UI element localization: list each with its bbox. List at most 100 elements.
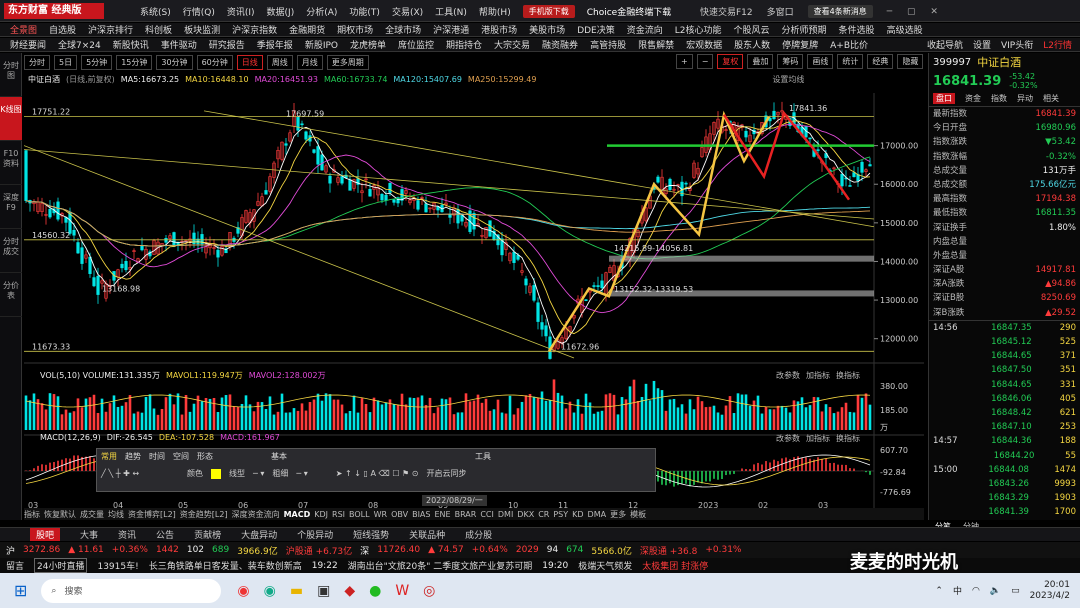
quote-tab-4[interactable]: 相关 [1043,93,1059,104]
nav1-item-7[interactable]: 期权市场 [337,23,373,36]
volume-icon[interactable]: 🔈 [990,586,1001,596]
period-5[interactable]: 60分钟 [196,54,233,70]
nav2-right-1[interactable]: 设置 [973,38,991,51]
chart-tool-4[interactable]: 统计 [837,54,864,69]
indicator-0[interactable]: 指标 [24,509,40,520]
draw-tab-shape[interactable]: 形态 [197,451,213,462]
quote-tab-2[interactable]: 指数 [991,93,1007,104]
nav2-item-11[interactable]: 融资融券 [542,38,578,51]
multi-window-button[interactable]: 多窗口 [767,5,794,18]
vol-edit-param[interactable]: 改参数 [776,370,800,381]
indicator-1[interactable]: 恢复默认 [44,509,76,520]
period-3[interactable]: 15分钟 [116,54,153,70]
period-7[interactable]: 周线 [266,54,293,70]
nav2-item-14[interactable]: 宏观数据 [686,38,722,51]
nav1-item-17[interactable]: 条件选股 [839,23,875,36]
indicator-13[interactable]: BIAS [412,510,430,519]
indicator-2[interactable]: 成交量 [80,509,104,520]
clock[interactable]: 20:01 2023/4/2 [1030,580,1070,602]
period-9[interactable]: 更多周期 [326,54,369,70]
indicator-14[interactable]: ENE [434,510,450,519]
chart-tool-2[interactable]: 筹码 [777,54,804,69]
period-8[interactable]: 月线 [296,54,323,70]
nav1-item-10[interactable]: 港股市场 [481,23,517,36]
window-controls[interactable]: ─ ▢ ✕ [887,7,944,17]
nav2-right-0[interactable]: 收起导航 [927,38,963,51]
indicator-6[interactable]: 深度资金流向 [232,509,280,520]
nav2-item-13[interactable]: 限售解禁 [638,38,674,51]
ime-indicator[interactable]: 中 [953,584,962,597]
nav1-item-16[interactable]: 分析师预期 [782,23,827,36]
view-tab-1[interactable]: K线图 [0,97,22,141]
nav2-item-5[interactable]: 季报年报 [257,38,293,51]
ma-settings-button[interactable]: 设置均线 [772,74,804,85]
indicator-21[interactable]: KD [572,510,583,519]
nav2-item-0[interactable]: 财经要闻 [10,38,46,51]
menu-tools[interactable]: 工具(N) [435,5,467,18]
bottom-tab-5[interactable]: 大盘异动 [241,528,277,541]
nav1-item-8[interactable]: 全球市场 [385,23,421,36]
menu-news[interactable]: 资讯(I) [227,5,255,18]
nav2-item-1[interactable]: 全球7×24 [58,38,101,51]
nav2-item-3[interactable]: 事件驱动 [161,38,197,51]
view-tab-5[interactable]: 分价表 [0,273,22,317]
nav1-item-5[interactable]: 沪深京指数 [232,23,277,36]
bottom-tab-6[interactable]: 个股异动 [297,528,333,541]
quote-tab-0[interactable]: 盘口 [933,93,955,104]
view-tab-0[interactable]: 分时图 [0,53,22,97]
news-item-5[interactable]: 太极集团 封涨停 [642,559,708,572]
menu-function[interactable]: 功能(T) [349,5,380,18]
indicator-11[interactable]: WR [374,510,387,519]
windows-start-icon[interactable]: ⊞ [14,581,27,600]
nav2-right-3[interactable]: L2行情 [1043,38,1072,51]
chart-tool-5[interactable]: 经典 [867,54,894,69]
news-item-4[interactable]: 极端天气频发 [578,559,632,572]
nav1-item-11[interactable]: 美股市场 [529,23,565,36]
indicator-7[interactable]: MACD [284,510,311,519]
quote-tab-3[interactable]: 异动 [1017,93,1033,104]
draw-tab-trend[interactable]: 趋势 [125,451,141,462]
nav2-item-4[interactable]: 研究报告 [209,38,245,51]
eastmoney-icon[interactable]: ◆ [344,583,355,599]
chart-tool-3[interactable]: 画线 [807,54,834,69]
indicator-20[interactable]: PSY [553,510,568,519]
netease-icon[interactable]: ◎ [423,583,435,599]
period-2[interactable]: 5分钟 [81,54,113,70]
nav1-item-6[interactable]: 金融期货 [289,23,325,36]
live-24h-button[interactable]: 24小时直播 [34,558,88,573]
nav2-item-2[interactable]: 新股快讯 [113,38,149,51]
nav2-item-6[interactable]: 新股IPO [305,38,338,51]
nav1-item-12[interactable]: DDE决策 [577,23,615,36]
chrome-icon[interactable]: ◉ [237,583,249,599]
width-select[interactable]: ─ ▾ [296,469,307,478]
store-icon[interactable]: ▣ [317,583,330,599]
macd-change-indicator[interactable]: 换指标 [836,433,860,444]
indicator-22[interactable]: DMA [588,510,607,519]
indicator-24[interactable]: 模板 [630,509,646,520]
folder-icon[interactable]: ▬ [290,583,303,599]
nav1-item-0[interactable]: 全景图 [10,23,37,36]
bottom-tab-1[interactable]: 大事 [80,528,98,541]
indicator-15[interactable]: BRAR [455,510,477,519]
color-swatch[interactable] [211,468,222,479]
message-button[interactable]: 留言 [6,559,24,572]
indicator-12[interactable]: OBV [391,510,408,519]
macd-edit-param[interactable]: 改参数 [776,433,800,444]
quote-tab-1[interactable]: 资金 [965,93,981,104]
menu-analysis[interactable]: 分析(A) [306,5,337,18]
choice-download-link[interactable]: Choice金融终端下载 [587,5,671,18]
nav1-item-15[interactable]: 个股风云 [734,23,770,36]
period-4[interactable]: 30分钟 [156,54,193,70]
nav1-item-4[interactable]: 板块监测 [184,23,220,36]
nav1-item-14[interactable]: L2核心功能 [675,23,722,36]
vol-add-indicator[interactable]: 加指标 [806,370,830,381]
indicator-19[interactable]: CR [538,510,549,519]
nav1-item-2[interactable]: 沪深京排行 [88,23,133,36]
bottom-tab-9[interactable]: 成分股 [465,528,492,541]
indicator-3[interactable]: 均线 [108,509,124,520]
view-tab-2[interactable]: F10资料 [0,141,22,185]
taskbar-search[interactable]: ⌕ 搜索 [41,578,222,603]
draw-tab-space[interactable]: 空间 [173,451,189,462]
nav2-item-17[interactable]: A+B比价 [830,38,868,51]
nav2-item-10[interactable]: 大宗交易 [494,38,530,51]
